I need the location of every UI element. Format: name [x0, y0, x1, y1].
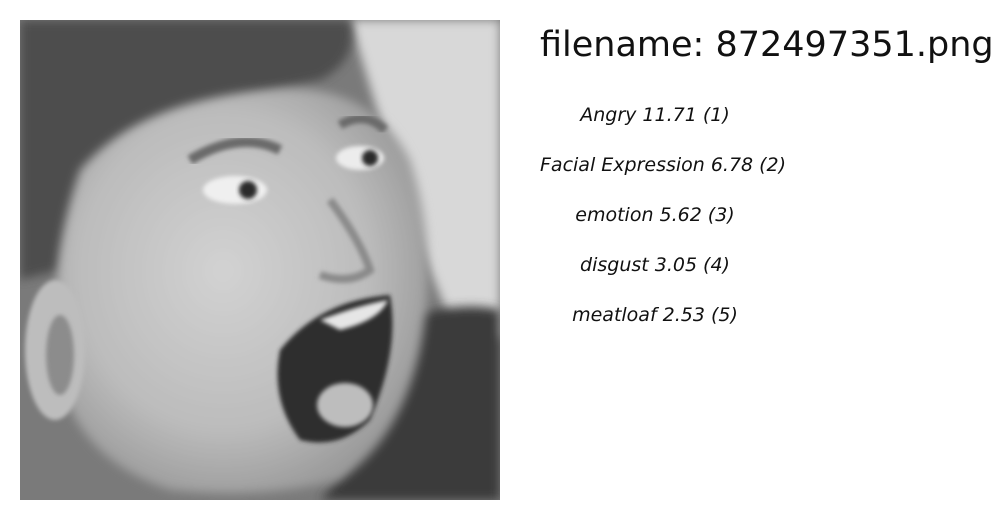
- face-photo-image: [20, 20, 500, 500]
- label-score: 11.71: [642, 104, 697, 126]
- label-score: 2.53: [662, 304, 705, 326]
- label-name: Facial Expression: [540, 154, 705, 176]
- label-rank: (1): [702, 104, 730, 126]
- label-item: Facial Expression 6.78 (2): [540, 150, 786, 200]
- label-rank: (5): [710, 304, 738, 326]
- label-item: meatloaf 2.53 (5): [540, 300, 770, 350]
- label-name: emotion: [575, 204, 654, 226]
- label-score: 3.05: [654, 254, 698, 276]
- label-rank: (3): [707, 204, 735, 226]
- label-item: disgust 3.05 (4): [540, 250, 770, 300]
- label-item: Angry 11.71 (1): [540, 100, 770, 150]
- label-score: 6.78: [710, 154, 754, 176]
- label-list: Angry 11.71 (1) Facial Expression 6.78 (2) e…: [540, 100, 786, 350]
- filename-heading: filename: 872497351.png: [540, 25, 994, 65]
- label-rank: (2): [759, 154, 787, 176]
- label-rank: (4): [703, 254, 730, 276]
- label-score: 5.62: [659, 204, 702, 226]
- label-item: emotion 5.62 (3): [540, 200, 770, 250]
- label-name: disgust: [580, 254, 649, 276]
- page: filename: 872497351.png Angry 11.71 (1) Fa…: [0, 0, 1000, 520]
- face-photo: [20, 20, 500, 500]
- label-name: Angry: [580, 104, 637, 126]
- label-name: meatloaf: [572, 304, 657, 326]
